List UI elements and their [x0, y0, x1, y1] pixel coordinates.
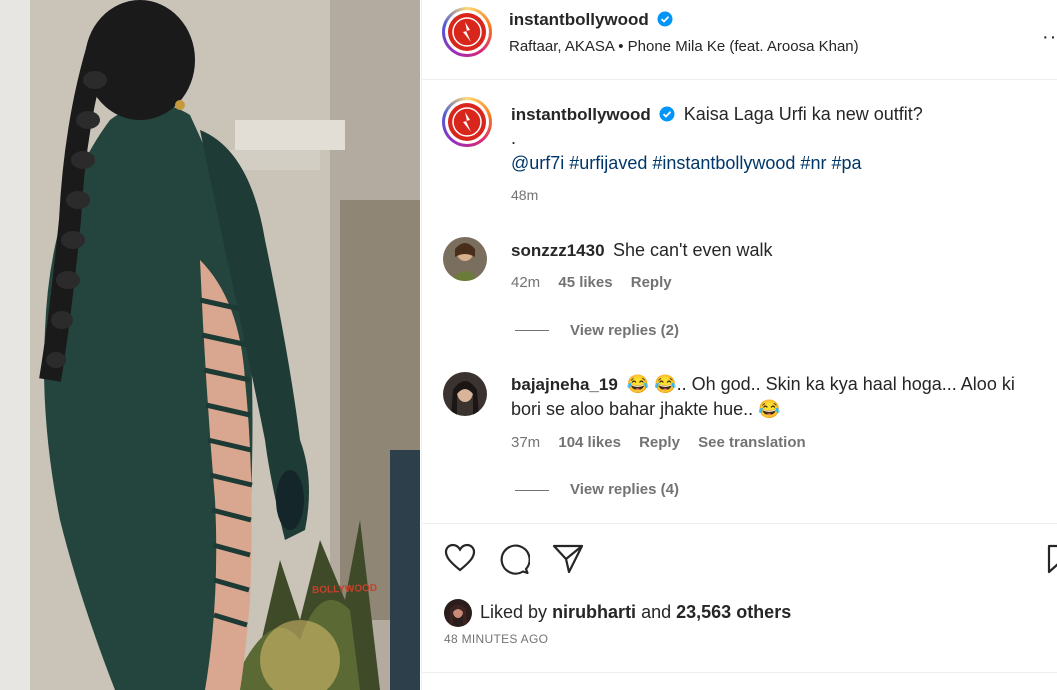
actions-divider [422, 523, 1057, 524]
comment-meta: 37m 104 likes Reply See translation [511, 434, 806, 451]
more-icon[interactable]: ··· [1042, 26, 1057, 49]
comment-meta: 42m 45 likes Reply [511, 274, 672, 291]
comment-text: She can't even walk [613, 240, 773, 260]
verified-badge-icon [659, 106, 675, 122]
logo-mark [452, 17, 482, 47]
liked-by-user[interactable]: nirubharti [552, 602, 636, 622]
verified-badge-icon [657, 11, 673, 27]
comment-time[interactable]: 37m [511, 434, 540, 451]
audio-track[interactable]: Raftaar, AKASA • Phone Mila Ke (feat. Ar… [509, 38, 859, 55]
comment-text: 😂 😂.. Oh god.. Skin ka kya haal hoga... … [626, 374, 1015, 394]
comment-time[interactable]: 42m [511, 274, 540, 291]
comment-likes[interactable]: 45 likes [558, 274, 612, 291]
avatar-image [443, 237, 487, 281]
avatar-image [443, 372, 487, 416]
comment-row: bajajneha_19 😂 😂.. Oh god.. Skin ka kya … [511, 374, 1015, 395]
comment-likes[interactable]: 104 likes [558, 434, 621, 451]
comment-avatar[interactable] [443, 372, 487, 416]
comment-username[interactable]: sonzzz1430 [511, 241, 605, 260]
caption-avatar[interactable] [442, 97, 492, 147]
reply-button[interactable]: Reply [631, 274, 672, 291]
post-details-panel: instantbollywood Raftaar, AKASA • Phone … [421, 0, 1057, 690]
instantbollywood-logo [448, 103, 486, 141]
comment-icon[interactable] [498, 543, 530, 575]
comment-row: sonzzz1430 She can't even walk [511, 240, 773, 261]
header-username[interactable]: instantbollywood [509, 10, 649, 29]
caption-line: instantbollywood Kaisa Laga Urfi ka new … [511, 104, 923, 125]
replies-divider [515, 330, 549, 331]
author-avatar[interactable] [442, 7, 492, 57]
send-icon[interactable] [552, 544, 584, 574]
caption-hashtags[interactable]: @urf7i #urfijaved #instantbollywood #nr … [511, 153, 861, 174]
caption-dot: . [511, 128, 517, 148]
post-header: instantbollywood Raftaar, AKASA • Phone … [422, 0, 1057, 80]
view-replies-button[interactable]: View replies (4) [570, 481, 679, 498]
likes-count[interactable]: 23,563 others [676, 602, 791, 622]
comment-username[interactable]: bajajneha_19 [511, 375, 618, 394]
logo-mark [452, 107, 482, 137]
caption-username[interactable]: instantbollywood [511, 105, 651, 124]
header-username-row: instantbollywood [509, 10, 673, 30]
view-replies-button[interactable]: View replies (2) [570, 322, 679, 339]
post-timestamp[interactable]: 48 MINUTES AGO [444, 632, 548, 646]
avatar-ring-inner [445, 100, 489, 144]
liked-by-prefix: Liked by [480, 602, 548, 622]
instantbollywood-logo [448, 13, 486, 51]
comment-text-continued: bori se aloo bahar jhakte hue.. 😂 [511, 399, 781, 419]
liked-by-and: and [641, 602, 672, 622]
bookmark-icon[interactable] [1046, 544, 1057, 574]
comment-box-divider [422, 672, 1057, 673]
avatar-image [444, 599, 472, 627]
watermark-text: BOLLYWOOD [311, 582, 378, 597]
likes-summary: Liked by nirubharti and 23,563 others [480, 602, 791, 623]
avatar-ring-inner [445, 10, 489, 54]
post-media[interactable]: BOLLYWOOD [0, 0, 420, 690]
see-translation-button[interactable]: See translation [698, 434, 806, 451]
heart-icon[interactable] [444, 543, 476, 573]
replies-divider [515, 490, 549, 491]
caption-timestamp[interactable]: 48m [511, 187, 538, 203]
comment-avatar[interactable] [443, 237, 487, 281]
liker-avatar[interactable] [444, 599, 472, 627]
caption-text: Kaisa Laga Urfi ka new outfit? [683, 104, 923, 124]
reply-button[interactable]: Reply [639, 434, 680, 451]
